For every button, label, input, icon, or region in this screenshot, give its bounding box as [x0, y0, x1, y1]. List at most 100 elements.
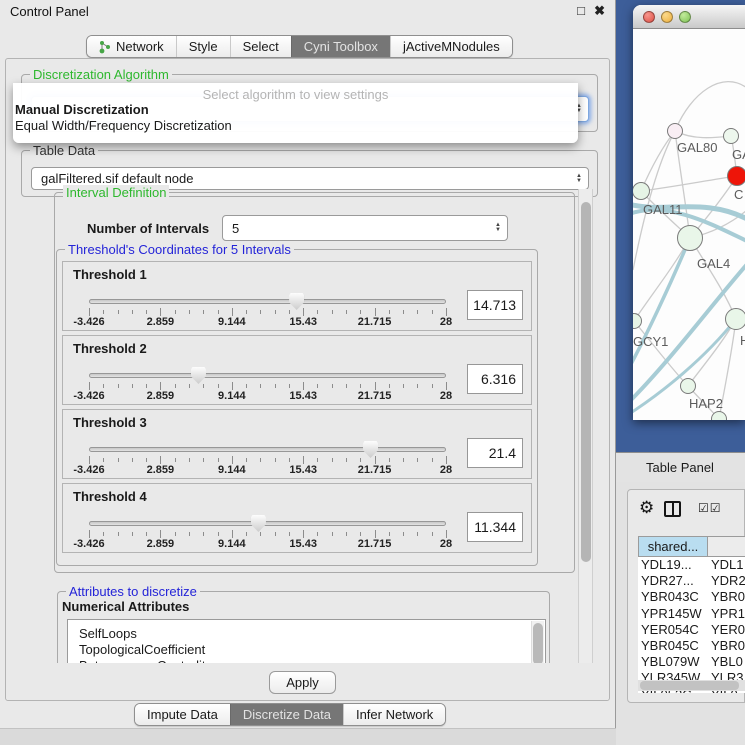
node-table: shared... n YDL19...YDL1YDR27...YDR2YBR0…: [638, 536, 745, 693]
tab-infer-network[interactable]: Infer Network: [343, 704, 445, 725]
network-canvas[interactable]: GAL80GACGAL11GAL4GCY1HHAP2: [633, 30, 745, 420]
node-gal80[interactable]: [667, 123, 683, 139]
slider-track[interactable]: [89, 373, 446, 378]
column-header-name[interactable]: n: [708, 536, 745, 557]
tab-select[interactable]: Select: [230, 36, 291, 57]
tab-label: Cyni Toolbox: [304, 39, 378, 54]
threshold-1-slider[interactable]: -3.4262.8599.14415.4321.71528: [89, 299, 446, 329]
group-label: Attributes to discretize: [66, 584, 200, 599]
threshold-label: Threshold 1: [73, 267, 147, 282]
slider-scale: -3.4262.8599.14415.4321.71528: [89, 464, 446, 476]
tab-jactivemnodules[interactable]: jActiveMNodules: [390, 36, 512, 57]
table-cell: YDR2: [708, 573, 745, 589]
column-header-shared-name[interactable]: shared...: [638, 536, 708, 557]
tab-label: Style: [189, 39, 218, 54]
threshold-3-slider[interactable]: -3.4262.8599.14415.4321.71528: [89, 447, 446, 477]
slider-track[interactable]: [89, 447, 446, 452]
scale-label: 21.715: [358, 538, 392, 550]
table-cell: YDL19...: [638, 557, 708, 573]
list-item[interactable]: TopologicalCoefficient: [68, 642, 545, 658]
right-region: GAL80GACGAL11GAL4GCY1HHAP2 Table Panel ⚙…: [616, 0, 745, 745]
tab-network[interactable]: Network: [87, 36, 176, 57]
node-hap2[interactable]: [680, 378, 696, 394]
apply-button[interactable]: Apply: [269, 671, 336, 694]
node-red[interactable]: [727, 166, 745, 186]
control-panel: Control Panel □ ✖ Network Style Select C…: [0, 0, 616, 745]
threshold-3-panel: Threshold 3 -3.4262.8599.14415.4321.7152…: [62, 409, 532, 479]
scale-label: 15.43: [289, 464, 317, 476]
table-row[interactable]: YPR145WYPR1: [638, 606, 745, 622]
threshold-4-value-field[interactable]: 11.344: [467, 512, 523, 542]
table-row[interactable]: YBR043CYBR0: [638, 589, 745, 605]
scale-label: 28: [440, 390, 452, 402]
tab-cyni-toolbox[interactable]: Cyni Toolbox: [291, 36, 390, 57]
table-cell: YPR1: [708, 606, 745, 622]
checkbox-icons[interactable]: ☑☑: [698, 501, 722, 515]
num-intervals-spinner[interactable]: 5 ▲▼: [222, 215, 508, 241]
threshold-label: Threshold 2: [73, 341, 147, 356]
table-cell: YBL079W: [638, 654, 708, 670]
threshold-3-value-field[interactable]: 21.4: [467, 438, 523, 468]
scale-label: -3.426: [73, 538, 104, 550]
threshold-2-value-field[interactable]: 6.316: [467, 364, 523, 394]
tab-style[interactable]: Style: [176, 36, 230, 57]
table-row[interactable]: YBL079WYBL0: [638, 654, 745, 670]
threshold-1-value-field[interactable]: 14.713: [467, 290, 523, 320]
minimize-traffic-light[interactable]: [661, 11, 673, 23]
slider-track[interactable]: [89, 299, 446, 304]
scrollbar-thumb[interactable]: [581, 202, 591, 562]
popup-option-manual-discretization[interactable]: Manual Discretization: [13, 102, 578, 118]
scale-label: 28: [440, 464, 452, 476]
scale-label: 2.859: [147, 464, 175, 476]
slider-track[interactable]: [89, 521, 446, 526]
tab-discretize-data[interactable]: Discretize Data: [230, 704, 343, 725]
scale-label: -3.426: [73, 464, 104, 476]
scrollbar-thumb[interactable]: [533, 623, 543, 665]
node-gal4[interactable]: [677, 225, 703, 251]
tab-label: Network: [116, 39, 164, 54]
table-cell: YBR0: [708, 589, 745, 605]
zoom-traffic-light[interactable]: [679, 11, 691, 23]
group-label: Discretization Algorithm: [30, 67, 172, 82]
close-traffic-light[interactable]: [643, 11, 655, 23]
scrollbar-thumb[interactable]: [640, 681, 739, 690]
table-row[interactable]: YDR27...YDR2: [638, 573, 745, 589]
scale-label: 9.144: [218, 390, 246, 402]
node-ga[interactable]: [723, 128, 739, 144]
table-cell: YBR043C: [638, 589, 708, 605]
combo-value: galFiltered.sif default node: [41, 171, 193, 186]
list-item[interactable]: SelfLoops: [68, 626, 545, 642]
network-view-window[interactable]: GAL80GACGAL11GAL4GCY1HHAP2: [633, 5, 745, 420]
main-scrollbar[interactable]: [578, 189, 593, 664]
close-icon[interactable]: ✖: [594, 3, 605, 19]
node-label: GA: [732, 147, 745, 162]
table-hscrollbar[interactable]: [638, 680, 745, 691]
table-cell: YBR045C: [638, 638, 708, 654]
slider-scale: -3.4262.8599.14415.4321.71528: [89, 390, 446, 402]
node-h[interactable]: [725, 308, 745, 330]
node-label: GCY1: [633, 334, 668, 349]
threshold-4-slider[interactable]: -3.4262.8599.14415.4321.71528: [89, 521, 446, 551]
node-label: C: [734, 187, 743, 202]
gear-icon[interactable]: ⚙: [639, 498, 654, 518]
popup-option-equal-width-frequency[interactable]: Equal Width/Frequency Discretization: [13, 118, 578, 134]
group-label: Threshold's Coordinates for 5 Intervals: [65, 242, 294, 257]
network-window-titlebar[interactable]: [633, 5, 745, 29]
scale-label: -3.426: [73, 316, 104, 328]
tab-label: Infer Network: [356, 707, 433, 722]
group-label: Table Data: [30, 143, 98, 158]
table-row[interactable]: YBR045CYBR0: [638, 638, 745, 654]
table-cell: YPR145W: [638, 606, 708, 622]
split-columns-icon[interactable]: [664, 501, 681, 517]
node-bottom[interactable]: [711, 411, 727, 420]
table-row[interactable]: YER054CYER0: [638, 622, 745, 638]
application-root: Control Panel □ ✖ Network Style Select C…: [0, 0, 745, 745]
scale-label: 15.43: [289, 316, 317, 328]
threshold-2-slider[interactable]: -3.4262.8599.14415.4321.71528: [89, 373, 446, 403]
scale-label: 2.859: [147, 390, 175, 402]
tab-impute-data[interactable]: Impute Data: [135, 704, 230, 725]
threshold-1-panel: Threshold 1 -3.4262.8599.14415.4321.7152…: [62, 261, 532, 331]
float-window-icon[interactable]: □: [577, 3, 585, 18]
table-row[interactable]: YDL19...YDL1: [638, 557, 745, 573]
group-label: Interval Definition: [63, 185, 169, 200]
